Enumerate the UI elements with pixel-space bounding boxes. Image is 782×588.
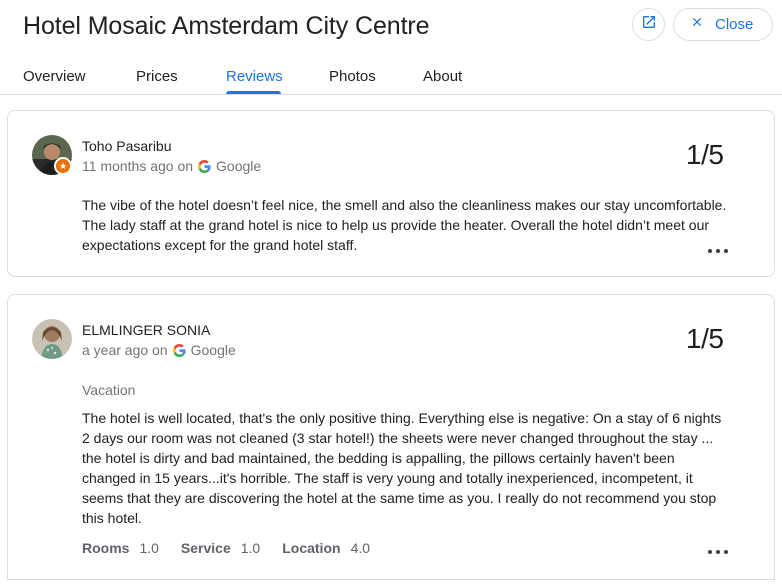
tab-prices[interactable]: Prices xyxy=(136,68,178,85)
reviewer-name[interactable]: ELMLINGER SONIA xyxy=(82,322,210,338)
sub-rating-value: 1.0 xyxy=(139,540,159,556)
review-rating: 1/5 xyxy=(686,139,724,170)
review-meta: 11 months ago on Google xyxy=(82,158,261,174)
google-icon xyxy=(198,159,211,173)
tab-photos[interactable]: Photos xyxy=(329,68,376,85)
review-card: ★ Toho Pasaribu 11 months ago on Google … xyxy=(7,110,775,277)
more-options-button[interactable] xyxy=(708,245,728,257)
tab-about[interactable]: About xyxy=(423,68,462,85)
trip-type: Vacation xyxy=(82,382,136,398)
sub-ratings: Rooms 1.0 Service 1.0 Location 4.0 xyxy=(82,540,392,556)
close-button[interactable]: Close xyxy=(673,8,773,41)
review-time: 11 months ago on xyxy=(82,158,194,174)
review-time: a year ago on xyxy=(82,342,168,358)
review-text: The vibe of the hotel doesn’t feel nice,… xyxy=(82,197,727,253)
sub-rating-label: Location xyxy=(282,540,341,556)
review-card: ELMLINGER SONIA a year ago on Google 1/5… xyxy=(7,294,775,580)
review-rating: 1/5 xyxy=(686,323,724,354)
google-icon xyxy=(172,343,186,357)
more-vert-icon xyxy=(708,249,712,253)
hotel-title: Hotel Mosaic Amsterdam City Centre xyxy=(23,12,430,40)
open-in-new-button[interactable] xyxy=(632,8,665,41)
review-text: The hotel is well located, that's the on… xyxy=(82,410,722,526)
sub-rating-value: 4.0 xyxy=(350,540,371,556)
review-meta: a year ago on Google xyxy=(82,342,236,358)
review-source: Google xyxy=(190,342,236,358)
reviewer-name[interactable]: Toho Pasaribu xyxy=(82,138,172,154)
tab-reviews[interactable]: Reviews xyxy=(226,68,283,85)
local-guide-badge-icon: ★ xyxy=(54,157,72,175)
sub-rating-value: 1.0 xyxy=(240,540,261,556)
active-tab-indicator xyxy=(226,91,281,94)
close-icon xyxy=(690,15,704,34)
more-vert-icon xyxy=(708,550,712,554)
sub-rating-label: Service xyxy=(180,540,231,556)
more-options-button[interactable] xyxy=(708,546,728,558)
review-source: Google xyxy=(216,158,262,174)
open-in-new-icon xyxy=(641,14,657,35)
tab-overview[interactable]: Overview xyxy=(23,68,86,85)
avatar[interactable] xyxy=(32,319,72,359)
tab-bar: Overview Prices Reviews Photos About xyxy=(0,58,782,95)
close-label: Close xyxy=(715,16,754,33)
sub-rating-label: Rooms xyxy=(82,540,130,556)
